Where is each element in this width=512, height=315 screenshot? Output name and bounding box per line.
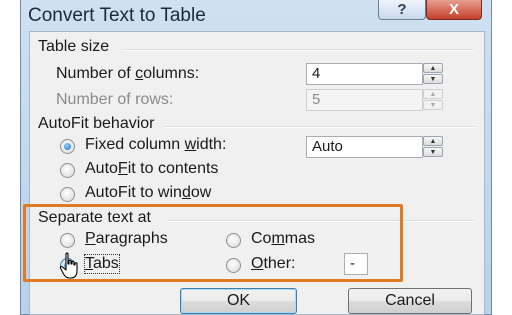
autofit-window-label[interactable]: AutoFit to window [85,184,211,202]
spin-down-icon[interactable]: ▼ [423,147,443,157]
ok-button[interactable]: OK [180,288,297,314]
spin-up-icon[interactable]: ▲ [423,63,443,73]
spin-up-icon[interactable]: ▲ [423,136,443,146]
autofit-window-radio[interactable] [60,187,75,202]
help-button[interactable]: ? [378,0,426,20]
columns-label: Number of columns: [56,65,200,82]
close-button[interactable]: X [426,0,482,20]
fixed-width-label[interactable]: Fixed column width: [85,136,226,154]
fixed-width-radio[interactable] [60,139,75,154]
fixed-width-field[interactable]: Auto [306,136,423,158]
rows-spinner: ▲ ▼ [423,89,443,111]
divider [165,126,474,128]
spin-up-icon: ▲ [423,89,443,99]
spin-down-icon[interactable]: ▼ [423,74,443,84]
cancel-button[interactable]: Cancel [348,288,472,314]
autofit-contents-label[interactable]: AutoFit to contents [85,160,218,178]
autofit-heading: AutoFit behavior [38,115,155,132]
dialog-title: Convert Text to Table [28,5,206,26]
columns-field[interactable]: 4 [306,63,423,85]
hand-cursor-icon [59,252,78,279]
autofit-contents-radio[interactable] [60,163,75,178]
spin-down-icon: ▼ [423,100,443,110]
table-size-heading: Table size [38,38,110,55]
fixed-width-spinner[interactable]: ▲ ▼ [423,136,443,158]
rows-field: 5 [306,89,423,111]
divider [122,49,474,51]
rows-label: Number of rows: [56,91,174,108]
columns-spinner[interactable]: ▲ ▼ [423,63,443,85]
